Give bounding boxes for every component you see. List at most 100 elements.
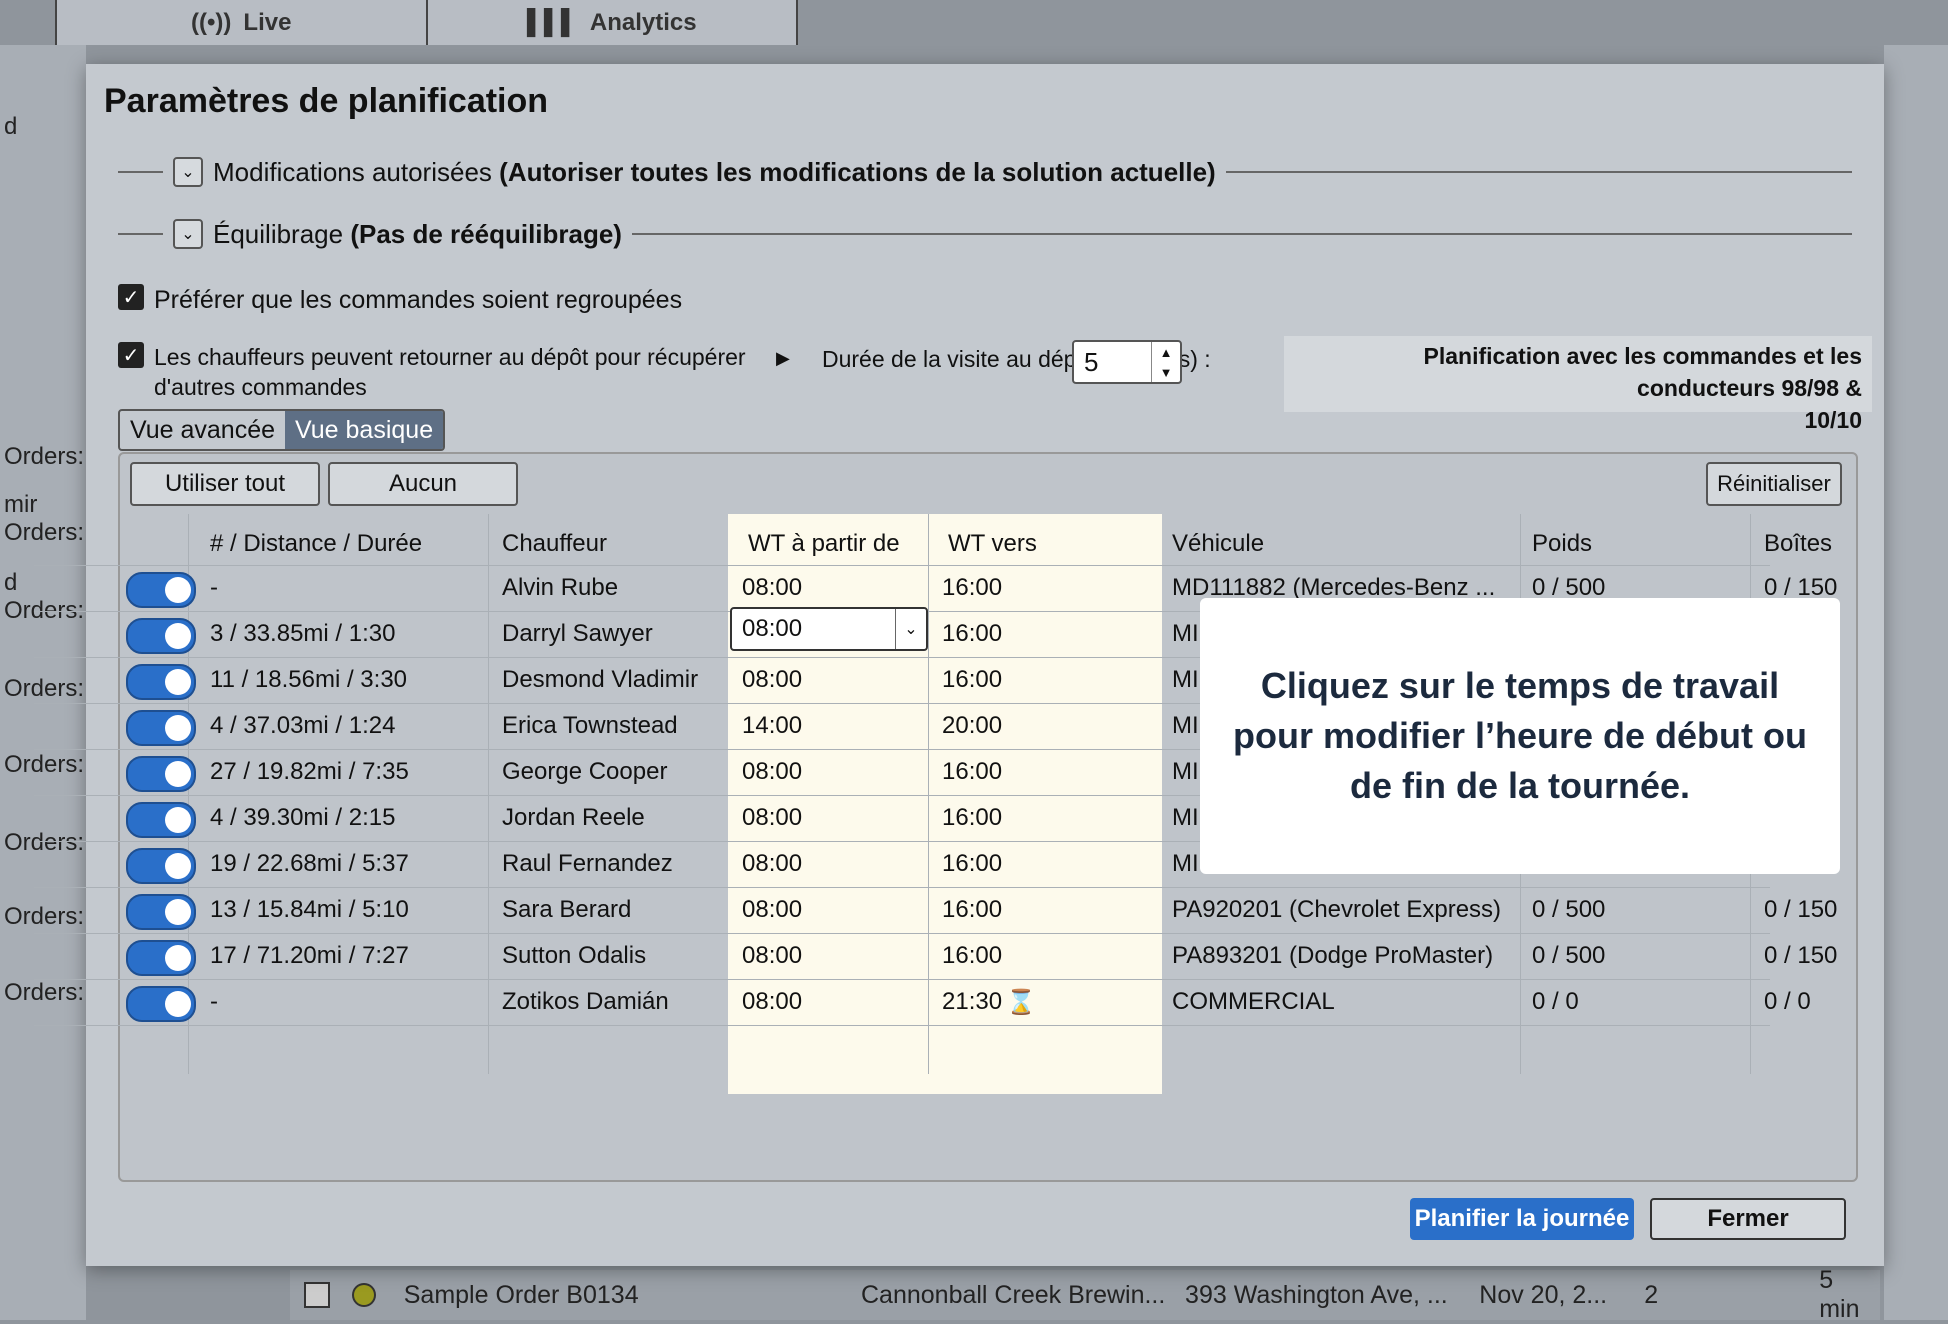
col-header-wt-to[interactable]: WT vers (948, 522, 1037, 566)
close-button[interactable]: Fermer (1650, 1198, 1846, 1240)
advanced-view-button[interactable]: Vue avancée (120, 411, 285, 449)
row-wt-from[interactable]: 08:00 (742, 888, 802, 932)
row-driver: Raul Fernandez (502, 850, 673, 877)
status-dot-icon (351, 1283, 376, 1307)
planning-info: Planification avec les commandes et les … (1284, 336, 1872, 433)
driver-enabled-toggle[interactable] (126, 802, 196, 838)
row-wt-to[interactable]: 16:00 (942, 842, 1002, 886)
row-wt-to[interactable]: 21:30 ⌛ (942, 980, 1036, 1024)
col-header-stats[interactable]: # / Distance / Durée (210, 522, 422, 566)
bar-chart-icon: ▌▌▌ (526, 8, 578, 36)
col-header-weight[interactable]: Poids (1532, 522, 1592, 566)
row-driver: Alvin Rube (502, 574, 619, 601)
background-right-panel (1884, 45, 1948, 1320)
wt-from-edit-value[interactable]: 08:00 (732, 615, 895, 643)
return-depot-checkbox[interactable]: ✓ (118, 342, 144, 368)
order-duration: 5 min (1819, 1266, 1860, 1323)
driver-enabled-toggle[interactable] (126, 986, 196, 1022)
row-wt-to[interactable]: 16:00 (942, 566, 1002, 610)
col-header-vehicle[interactable]: Véhicule (1172, 522, 1264, 566)
row-wt-from[interactable]: 08:00 (742, 796, 802, 840)
col-header-wt-from[interactable]: WT à partir de (748, 522, 900, 566)
row-stats: - (210, 574, 218, 601)
group-orders-checkbox[interactable]: ✓ (118, 284, 144, 310)
none-button[interactable]: Aucun (328, 462, 518, 506)
row-vehicle: MI (1172, 850, 1199, 877)
row-wt-to[interactable]: 16:00 (942, 750, 1002, 794)
broadcast-icon: ((•)) (191, 8, 232, 36)
chevron-up-icon[interactable]: ▲ (1160, 345, 1173, 360)
chevron-down-icon[interactable]: ▼ (1160, 365, 1173, 380)
row-vehicle: MI (1172, 666, 1199, 693)
row-wt-from[interactable]: 14:00 (742, 704, 802, 748)
row-driver: Jordan Reele (502, 804, 645, 831)
row-weight: 0 / 0 (1532, 988, 1579, 1015)
row-wt-to[interactable]: 16:00 (942, 658, 1002, 702)
bg-label: Orders: (4, 979, 85, 1006)
row-wt-to[interactable]: 16:00 (942, 612, 1002, 656)
plan-day-button[interactable]: Planifier la journée (1410, 1198, 1634, 1240)
row-stats: 3 / 33.85mi / 1:30 (210, 620, 396, 647)
view-toggle: Vue avancée Vue basique (118, 409, 446, 451)
row-wt-from[interactable]: 08:00 (742, 566, 802, 610)
row-wt-from[interactable]: 08:00 (742, 980, 802, 1024)
section-balancing[interactable]: ⌄ Équilibrage (Pas de rééquilibrage) (118, 214, 1852, 254)
section-allowed-changes[interactable]: ⌄ Modifications autorisées (Autoriser to… (118, 152, 1852, 192)
col-header-driver[interactable]: Chauffeur (502, 522, 607, 566)
driver-enabled-toggle[interactable] (126, 940, 196, 976)
row-weight: 0 / 500 (1532, 896, 1606, 923)
row-stats: 4 / 39.30mi / 2:15 (210, 804, 396, 831)
bg-label: mir (4, 491, 38, 518)
driver-enabled-toggle[interactable] (126, 848, 196, 884)
row-stats: 13 / 15.84mi / 5:10 (210, 896, 409, 923)
row-boxes: 0 / 150 (1764, 942, 1838, 969)
driver-enabled-toggle[interactable] (126, 618, 196, 654)
use-all-button[interactable]: Utiliser tout (130, 462, 320, 506)
driver-enabled-toggle[interactable] (126, 756, 196, 792)
row-wt-to[interactable]: 20:00 (942, 704, 1002, 748)
reset-button[interactable]: Réinitialiser (1706, 462, 1842, 506)
row-wt-from[interactable]: 08:00 (742, 750, 802, 794)
basic-view-button[interactable]: Vue basique (285, 411, 444, 449)
row-driver: Darryl Sawyer (502, 620, 653, 647)
chevron-down-icon[interactable]: ⌄ (895, 609, 926, 649)
tooltip-callout: Cliquez sur le temps de travail pour mod… (1200, 598, 1840, 874)
driver-enabled-toggle[interactable] (126, 572, 196, 608)
driver-enabled-toggle[interactable] (126, 664, 196, 700)
depot-visit-stepper[interactable]: 5 ▲ ▼ (1072, 340, 1182, 384)
depot-visit-value[interactable]: 5 (1074, 347, 1151, 378)
chevron-down-icon[interactable]: ⌄ (173, 219, 203, 249)
row-vehicle: PA893201 (Dodge ProMaster) (1172, 942, 1494, 969)
row-stats: 17 / 71.20mi / 7:27 (210, 942, 409, 969)
background-order-row[interactable]: Sample Order B0134 Cannonball Creek Brew… (290, 1266, 1880, 1323)
expand-arrow-icon[interactable]: ▶ (776, 348, 790, 369)
driver-enabled-toggle[interactable] (126, 710, 196, 746)
order-checkbox[interactable] (304, 1282, 330, 1308)
wt-from-editor[interactable]: 08:00 ⌄ (730, 607, 928, 651)
order-count: 2 (1644, 1280, 1659, 1309)
row-driver: Desmond Vladimir (502, 666, 699, 693)
row-wt-to[interactable]: 16:00 (942, 796, 1002, 840)
order-address: 393 Washington Ave, ... (1185, 1280, 1448, 1309)
order-name: Sample Order B0134 (403, 1280, 639, 1309)
col-header-boxes[interactable]: Boîtes (1764, 522, 1832, 566)
row-boxes: 0 / 0 (1764, 988, 1811, 1015)
row-stats: 4 / 37.03mi / 1:24 (210, 712, 396, 739)
bg-label: Orders: (4, 519, 85, 546)
row-wt-from[interactable]: 08:00 (742, 842, 802, 886)
row-driver: Erica Townstead (502, 712, 678, 739)
bg-label: d (4, 569, 18, 596)
driver-enabled-toggle[interactable] (126, 894, 196, 930)
row-wt-to[interactable]: 16:00 (942, 934, 1002, 978)
row-wt-from[interactable]: 08:00 (742, 934, 802, 978)
tab-live[interactable]: ((•)) Live (55, 0, 426, 45)
chevron-down-icon[interactable]: ⌄ (173, 157, 203, 187)
row-vehicle: MI (1172, 620, 1199, 647)
row-driver: George Cooper (502, 758, 668, 785)
tab-analytics[interactable]: ▌▌▌ Analytics (425, 0, 798, 45)
bg-label: Orders: (4, 829, 85, 856)
row-wt-to[interactable]: 16:00 (942, 888, 1002, 932)
row-wt-from[interactable]: 08:00 (742, 658, 802, 702)
row-driver: Zotikos Damián (502, 988, 669, 1015)
return-depot-label-2: d'autres commandes (154, 374, 367, 400)
